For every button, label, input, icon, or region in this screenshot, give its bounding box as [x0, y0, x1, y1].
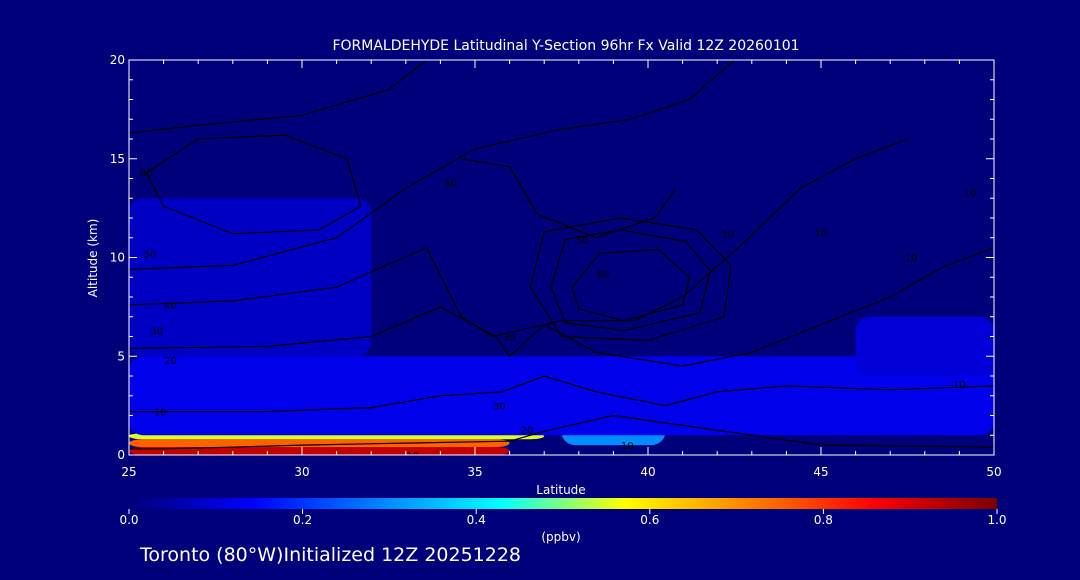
- x-tick-label: 25: [121, 465, 136, 479]
- contour-label: 10: [963, 188, 976, 199]
- y-axis-label: Altitude (km): [86, 219, 100, 298]
- contour-label: 10: [815, 228, 828, 239]
- colorbar-tick-label: 0.6: [640, 513, 659, 527]
- x-axis-label: Latitude: [536, 483, 585, 497]
- footer-text: Toronto (80°W)Initialized 12Z 20251228: [139, 544, 521, 566]
- contour-label: 10: [406, 451, 419, 462]
- field-region: [129, 198, 372, 357]
- x-tick-label: 35: [467, 465, 482, 479]
- contour-label: 80: [140, 169, 153, 180]
- contour-label: 10: [621, 441, 634, 452]
- field-region: [855, 316, 994, 376]
- colorbar-label: (ppbv): [541, 530, 580, 544]
- x-tick-label: 50: [986, 465, 1001, 479]
- x-tick-label: 30: [294, 465, 309, 479]
- chart-title: FORMALDEHYDE Latitudinal Y-Section 96hr …: [332, 38, 799, 54]
- chart-container: 10 20 30 40 50 80 50 50 60 30 30 20 10 10 10 10 10 10 10 2…: [0, 0, 1080, 576]
- y-tick-label: 5: [117, 349, 125, 363]
- y-tick-label: 10: [110, 251, 125, 265]
- contour-label: 30: [150, 327, 163, 338]
- contour-label: 30: [503, 333, 516, 344]
- contour-label: 50: [576, 236, 589, 247]
- contour-label: 10: [953, 380, 966, 391]
- contour-label: 50: [444, 178, 457, 189]
- y-tick-label: 20: [110, 53, 125, 67]
- contour-label: 20: [164, 356, 177, 367]
- field-region: [129, 439, 510, 448]
- contour-label: 10: [721, 230, 734, 241]
- contour-label: 40: [164, 301, 177, 312]
- contour-label: 20: [521, 425, 534, 436]
- x-tick-label: 40: [640, 465, 655, 479]
- contour-label: 50: [143, 250, 156, 261]
- y-tick-label: 0: [117, 448, 125, 462]
- contour-label: 10: [905, 254, 918, 265]
- contour-label: 10: [154, 408, 167, 419]
- y-tick-label: 15: [110, 152, 125, 166]
- colorbar-tick-label: 0.8: [814, 513, 833, 527]
- chart-svg: 102030405080505060303020101010 10101010 2…: [86, 38, 1007, 566]
- contour-label: 30: [493, 402, 506, 413]
- colorbar: [129, 498, 997, 509]
- colorbar-ticks: 0.0 0.2 0.4 0.6 0.8 1.0: [119, 509, 1007, 527]
- colorbar-tick-label: 0.0: [119, 513, 138, 527]
- contour-label: 60: [597, 269, 610, 280]
- colorbar-tick-label: 0.4: [467, 513, 486, 527]
- colorbar-tick-label: 1.0: [987, 513, 1006, 527]
- x-tick-label: 45: [813, 465, 828, 479]
- colorbar-tick-label: 0.2: [293, 513, 312, 527]
